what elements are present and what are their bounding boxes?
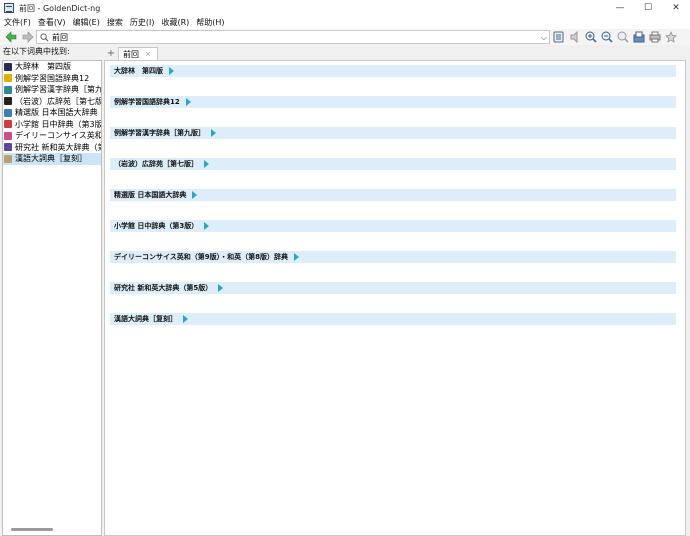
- article-dictionary-title: 大辞林 第四版: [114, 67, 163, 75]
- dictionary-name: 精選版 日本国語大辞典: [15, 108, 98, 118]
- dictionary-item[interactable]: 大辞林 第四版: [3, 61, 101, 73]
- dictionary-item[interactable]: 例解学習漢字辞典［第九版］: [3, 84, 101, 96]
- article-header[interactable]: デイリーコンサイス英和（第9版）・和英（第8版）辞典: [110, 251, 676, 263]
- expand-arrow-icon[interactable]: [211, 129, 216, 137]
- dictionary-list-label: 在以下词典中找到:: [3, 47, 70, 56]
- horizontal-scrollbar[interactable]: [11, 528, 53, 531]
- app-book-icon: [4, 3, 14, 13]
- dictionary-icon: [4, 154, 12, 163]
- dictionary-icon: [4, 97, 12, 106]
- article-header[interactable]: 精選版 日本国語大辞典: [110, 189, 676, 201]
- print-icon[interactable]: [648, 30, 661, 43]
- dictionary-name: 漢語大詞典［复刻］: [15, 154, 87, 164]
- tab-label: 前回: [123, 49, 139, 59]
- menu-view[interactable]: 查看(V): [38, 17, 66, 28]
- dictionary-icon: [4, 85, 12, 94]
- dictionary-name: （岩波）広辞苑［第七版］: [15, 96, 102, 106]
- article-header[interactable]: 漢語大詞典［复刻］: [110, 313, 676, 325]
- dictionary-icon: [4, 143, 12, 152]
- save-article-icon[interactable]: [632, 30, 645, 43]
- forward-button[interactable]: [21, 31, 34, 44]
- article-header[interactable]: 小学館 日中辞典（第3版）: [110, 220, 676, 232]
- tab-current[interactable]: 前回 ×: [118, 47, 158, 60]
- article-dictionary-title: （岩波）広辞苑［第七版］: [114, 160, 198, 168]
- article-header[interactable]: （岩波）広辞苑［第七版］: [110, 158, 676, 170]
- zoom-reset-icon[interactable]: [616, 30, 629, 43]
- arrow-left-icon: [5, 31, 16, 43]
- tab-bar: + 前回 ×: [104, 46, 690, 60]
- article-dictionary-title: 精選版 日本国語大辞典: [114, 191, 187, 199]
- new-tab-button[interactable]: +: [104, 46, 118, 60]
- minimize-button[interactable]: —: [606, 0, 634, 16]
- zoom-in-icon[interactable]: [584, 30, 597, 43]
- menu-file[interactable]: 文件(F): [4, 17, 31, 28]
- zoom-out-icon[interactable]: [600, 30, 613, 43]
- close-button[interactable]: ✕: [662, 0, 690, 16]
- dictionary-item[interactable]: 例解学習国語辞典12: [3, 73, 101, 85]
- window-title: 前回 - GoldenDict-ng: [19, 3, 101, 13]
- article-header[interactable]: 例解学習国語辞典12: [110, 96, 676, 108]
- dictionary-name: 小学館 日中辞典（第3版）: [15, 119, 102, 129]
- expand-arrow-icon[interactable]: [218, 284, 224, 292]
- expand-arrow-icon[interactable]: [294, 253, 300, 261]
- dictionary-name: 大辞林 第四版: [15, 62, 71, 72]
- title-bar: 前回 - GoldenDict-ng — ☐ ✕: [0, 0, 690, 16]
- article-dictionary-title: 研究社 新和英大辞典（第5版）: [114, 284, 213, 292]
- dictionary-name: 研究社 新和英大辞典（第: [15, 142, 102, 152]
- article-header[interactable]: 大辞林 第四版: [110, 65, 676, 77]
- article-header[interactable]: 研究社 新和英大辞典（第5版）: [110, 282, 676, 294]
- star-icon[interactable]: [664, 30, 677, 43]
- arrow-right-icon: [22, 31, 33, 43]
- article-dictionary-title: デイリーコンサイス英和（第9版）・和英（第8版）辞典: [114, 253, 289, 261]
- article-dictionary-title: 小学館 日中辞典（第3版）: [114, 222, 199, 230]
- dictionary-icon: [4, 108, 12, 117]
- scan-popup-icon[interactable]: [552, 30, 565, 43]
- dictionary-item[interactable]: 研究社 新和英大辞典（第: [3, 142, 101, 154]
- expand-arrow-icon[interactable]: [204, 222, 210, 230]
- dictionary-icon: [4, 131, 12, 140]
- expand-arrow-icon[interactable]: [169, 67, 174, 75]
- article-dictionary-title: 例解学習国語辞典12: [114, 98, 180, 106]
- menu-history[interactable]: 历史(I): [130, 17, 155, 28]
- article-dictionary-title: 例解学習漢字辞典［第九版］: [114, 129, 205, 137]
- back-button[interactable]: [4, 31, 17, 44]
- dictionary-icon: [4, 120, 12, 129]
- expand-arrow-icon[interactable]: [204, 160, 209, 168]
- dictionary-name: 例解学習国語辞典12: [15, 73, 90, 83]
- dictionary-item[interactable]: デイリーコンサイス英和: [3, 130, 101, 142]
- expand-arrow-icon[interactable]: [185, 98, 191, 106]
- menu-bar: 文件(F) 查看(V) 编辑(E) 搜索 历史(I) 收藏(R) 帮助(H): [0, 16, 690, 29]
- search-field[interactable]: ⌵: [36, 30, 550, 44]
- search-icon: [40, 32, 49, 41]
- toolbar-icons: [552, 30, 680, 43]
- vertical-scrollbar[interactable]: [686, 60, 690, 536]
- dictionary-item-selected[interactable]: 漢語大詞典［复刻］: [3, 153, 101, 165]
- toolbar: ⌵: [0, 29, 690, 45]
- maximize-button[interactable]: ☐: [634, 0, 662, 16]
- menu-search[interactable]: 搜索: [107, 17, 123, 28]
- dictionary-icon: [4, 74, 12, 83]
- search-input[interactable]: [52, 32, 452, 42]
- dictionary-item[interactable]: 精選版 日本国語大辞典: [3, 107, 101, 119]
- chevron-down-icon[interactable]: ⌵: [541, 33, 547, 43]
- expand-arrow-icon[interactable]: [192, 191, 198, 199]
- dictionary-icon: [4, 62, 12, 71]
- dictionary-item[interactable]: 小学館 日中辞典（第3版）: [3, 119, 101, 131]
- expand-arrow-icon[interactable]: [183, 315, 188, 323]
- dictionary-name: デイリーコンサイス英和: [15, 131, 102, 141]
- article-dictionary-title: 漢語大詞典［复刻］: [114, 315, 177, 323]
- pronounce-icon[interactable]: [568, 30, 581, 43]
- dictionary-name: 例解学習漢字辞典［第九版］: [15, 85, 102, 95]
- window-controls: — ☐ ✕: [606, 0, 690, 16]
- menu-help[interactable]: 帮助(H): [196, 17, 224, 28]
- article-view: 大辞林 第四版 例解学習国語辞典12 例解学習漢字辞典［第九版］ （岩波）広辞苑…: [104, 60, 686, 536]
- tab-close-icon[interactable]: ×: [145, 50, 151, 58]
- menu-edit[interactable]: 编辑(E): [73, 17, 100, 28]
- menu-favorites[interactable]: 收藏(R): [161, 17, 189, 28]
- dictionary-item[interactable]: （岩波）広辞苑［第七版］: [3, 96, 101, 108]
- dictionary-list: 大辞林 第四版 例解学習国語辞典12 例解学習漢字辞典［第九版］ （岩波）広辞苑…: [2, 60, 102, 536]
- article-header[interactable]: 例解学習漢字辞典［第九版］: [110, 127, 676, 139]
